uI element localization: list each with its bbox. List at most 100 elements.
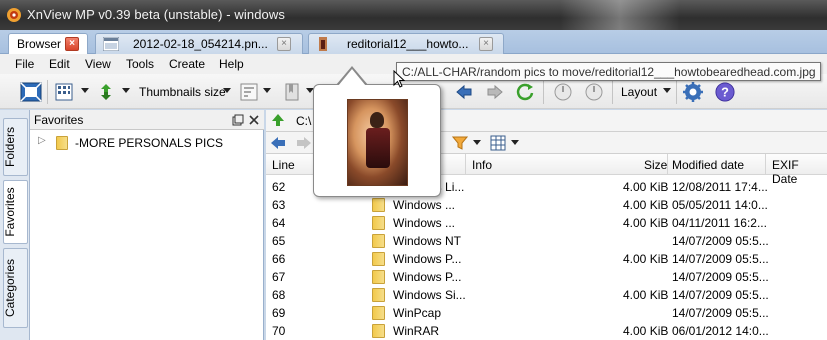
menu-tools[interactable]: Tools — [126, 57, 154, 71]
row-line: 68 — [272, 288, 286, 302]
arrow-left-icon[interactable] — [455, 82, 473, 102]
refresh-icon[interactable] — [516, 82, 534, 102]
go-up-icon[interactable] — [270, 112, 286, 128]
tab-strip: Browser × 2012-02-18_054214.pn... × redi… — [0, 30, 827, 55]
sort-icon[interactable] — [240, 82, 258, 102]
side-tab-favorites[interactable]: Favorites — [3, 180, 28, 244]
table-row[interactable]: 64 Windows ... 4.00 KiB 04/11/2011 16:2.… — [266, 214, 827, 232]
row-date: 14/07/2009 05:5... — [672, 252, 769, 266]
tab-image-1[interactable]: 2012-02-18_054214.pn... × — [95, 33, 303, 54]
xnview-app-icon — [7, 8, 21, 22]
table-row[interactable]: 65 Windows NT 14/07/2009 05:5... — [266, 232, 827, 250]
grid-view-icon[interactable] — [55, 82, 73, 102]
tab-label: reditorial12___howto... — [347, 37, 469, 51]
grid-view-icon[interactable] — [490, 135, 506, 151]
row-size: 4.00 KiB — [623, 324, 669, 338]
tab-image-2[interactable]: reditorial12___howto... × — [308, 33, 504, 54]
filter-icon[interactable] — [452, 135, 468, 151]
close-tab-icon[interactable]: × — [277, 37, 291, 51]
folder-icon — [372, 288, 385, 302]
file-path-tooltip: C:/ALL-CHAR/random pics to move/reditori… — [396, 62, 821, 81]
folder-icon — [372, 270, 385, 284]
favorites-header: Favorites — [30, 110, 264, 130]
menu-view[interactable]: View — [85, 57, 111, 71]
help-icon[interactable]: ? — [714, 82, 736, 102]
toolbar-separator — [543, 80, 544, 104]
row-line: 70 — [272, 324, 286, 338]
gear-icon[interactable] — [683, 82, 703, 102]
folder-icon — [372, 252, 385, 266]
expand-arrow-icon[interactable]: ▷ — [38, 135, 46, 146]
close-tab-icon[interactable]: × — [65, 37, 79, 51]
row-name: WinRAR — [393, 324, 440, 338]
column-line[interactable]: Line — [272, 158, 295, 172]
row-line: 65 — [272, 234, 286, 248]
row-name: WinPcap — [393, 306, 442, 320]
chevron-down-icon[interactable] — [122, 88, 130, 93]
fullscreen-icon[interactable] — [20, 82, 42, 102]
menu-file[interactable]: File — [15, 57, 34, 71]
layout-label[interactable]: Layout — [621, 85, 657, 99]
arrow-right-icon[interactable] — [296, 135, 312, 151]
side-tab-label: Folders — [3, 126, 17, 168]
toolbar-separator — [47, 80, 48, 104]
table-row[interactable]: 67 Windows P... 14/07/2009 05:5... — [266, 268, 827, 286]
rotate-right-icon[interactable] — [584, 82, 604, 102]
menu-edit[interactable]: Edit — [49, 57, 70, 71]
table-row[interactable]: 69 WinPcap 14/07/2009 05:5... — [266, 304, 827, 322]
sync-arrows-icon[interactable] — [96, 82, 116, 102]
chevron-down-icon[interactable] — [473, 140, 481, 145]
close-tab-icon[interactable]: × — [479, 37, 493, 51]
arrow-right-icon[interactable] — [486, 82, 504, 102]
bookmark-icon[interactable] — [283, 82, 301, 102]
column-modified[interactable]: Modified date — [672, 158, 744, 172]
row-name: Windows P... — [393, 252, 462, 266]
favorites-item[interactable]: ▷ -MORE PERSONALS PICS — [34, 134, 262, 152]
side-tab-label: Categories — [3, 258, 17, 318]
file-list: 62 Windows Li... 4.00 KiB 12/08/2011 17:… — [266, 175, 827, 340]
menu-create[interactable]: Create — [169, 57, 205, 71]
row-line: 64 — [272, 216, 286, 230]
rotate-left-icon[interactable] — [553, 82, 573, 102]
tab-browser[interactable]: Browser × — [8, 33, 88, 55]
row-date: 14/07/2009 05:5... — [672, 306, 769, 320]
chevron-down-icon[interactable] — [223, 88, 231, 93]
table-row[interactable]: 70 WinRAR 4.00 KiB 06/01/2012 14:0... — [266, 322, 827, 340]
row-size: 4.00 KiB — [623, 198, 669, 212]
chevron-down-icon[interactable] — [263, 88, 271, 93]
row-name: Windows ... — [393, 198, 456, 212]
favorites-item-label: -MORE PERSONALS PICS — [75, 136, 224, 150]
address-input[interactable]: C:\ — [296, 114, 311, 128]
menu-help[interactable]: Help — [219, 57, 244, 71]
folder-icon — [372, 198, 385, 212]
chevron-down-icon[interactable] — [81, 88, 89, 93]
side-tab-categories[interactable]: Categories — [3, 248, 28, 328]
row-line: 66 — [272, 252, 286, 266]
tab-label: Browser — [17, 37, 62, 51]
thumbnails-size-label[interactable]: Thumbnails size — [139, 85, 226, 99]
side-tab-folders[interactable]: Folders — [3, 118, 28, 176]
chevron-down-icon[interactable] — [663, 88, 671, 93]
close-icon[interactable] — [248, 114, 260, 126]
row-line: 63 — [272, 198, 286, 212]
row-size: 4.00 KiB — [623, 216, 669, 230]
row-date: 04/11/2011 16:2... — [672, 216, 767, 230]
table-row[interactable]: 66 Windows P... 4.00 KiB 14/07/2009 05:5… — [266, 250, 827, 268]
row-line: 69 — [272, 306, 286, 320]
table-row[interactable]: 63 Windows ... 4.00 KiB 05/05/2011 14:0.… — [266, 196, 827, 214]
undock-icon[interactable] — [232, 114, 244, 126]
column-info[interactable]: Info — [472, 158, 492, 172]
row-name: Windows Si... — [393, 288, 466, 302]
folder-icon — [56, 136, 68, 150]
popup-pointer-inner — [338, 69, 366, 86]
row-name: Windows P... — [393, 270, 462, 284]
column-size[interactable]: Size — [644, 158, 667, 172]
window-title: XnView MP v0.39 beta (unstable) - window… — [27, 7, 285, 22]
arrow-left-icon[interactable] — [270, 135, 286, 151]
title-glare — [560, 0, 680, 30]
row-date: 05/05/2011 14:0... — [672, 198, 768, 212]
table-row[interactable]: 68 Windows Si... 4.00 KiB 14/07/2009 05:… — [266, 286, 827, 304]
side-tab-label: Favorites — [3, 187, 17, 237]
chevron-down-icon[interactable] — [511, 140, 519, 145]
favorites-title: Favorites — [34, 113, 84, 127]
